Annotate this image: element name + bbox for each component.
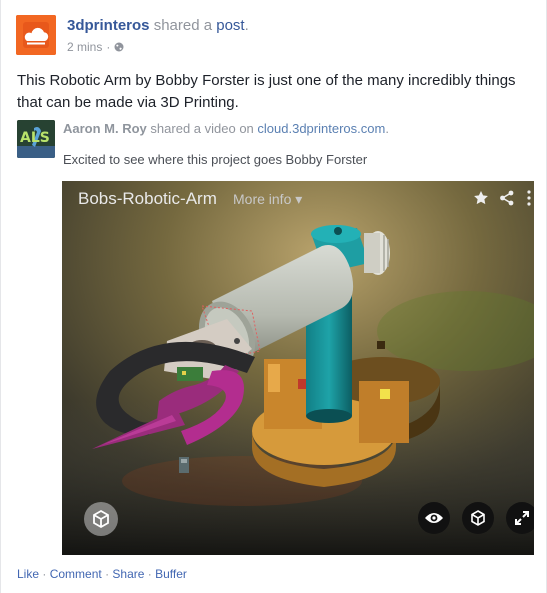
- action-separator: ·: [147, 567, 152, 581]
- model-inspector-button[interactable]: [462, 502, 494, 534]
- cloud-logo-icon: [16, 15, 56, 55]
- video-title[interactable]: Bobs-Robotic-Arm: [78, 189, 217, 209]
- avatar-label: ALS: [20, 130, 50, 146]
- author-name-link[interactable]: Aaron M. Roy: [63, 121, 147, 136]
- als-ribbon-avatar-icon: ALS: [17, 120, 55, 158]
- video-player[interactable]: Bobs-Robotic-Arm More info ▾: [62, 181, 534, 555]
- eye-icon: [425, 513, 443, 523]
- shared-video-header: Aaron M. Roy shared a video on cloud.3dp…: [63, 121, 389, 136]
- shared-video-text: shared a video on: [150, 121, 254, 136]
- meta-separator: ·: [106, 40, 111, 54]
- sketchfab-icon: [93, 509, 109, 529]
- like-link[interactable]: Like: [17, 567, 39, 581]
- post-meta: 2 mins ·: [67, 40, 124, 54]
- buffer-link[interactable]: Buffer: [155, 567, 187, 581]
- post-text: This Robotic Arm by Bobby Forster is jus…: [17, 72, 516, 111]
- feed-post-card: 3dprinteros shared a post. 2 mins · This…: [0, 0, 547, 593]
- action-separator: ·: [42, 567, 47, 581]
- shared-period: .: [385, 121, 389, 136]
- fullscreen-button[interactable]: [506, 502, 534, 534]
- header-period: .: [244, 17, 249, 34]
- shared-text: shared a: [153, 17, 213, 34]
- globe-icon[interactable]: [114, 42, 124, 52]
- more-info-label: More info: [233, 191, 292, 207]
- shared-caption: Excited to see where this project goes B…: [63, 152, 368, 167]
- page-avatar[interactable]: [16, 15, 56, 55]
- more-info-button[interactable]: More info ▾: [233, 191, 302, 208]
- more-options-icon[interactable]: [520, 189, 534, 207]
- post-link[interactable]: post: [216, 17, 244, 34]
- sketchfab-button[interactable]: [84, 502, 118, 536]
- caret-down-icon: ▾: [295, 191, 303, 207]
- share-link[interactable]: Share: [112, 567, 144, 581]
- post-header: 3dprinteros shared a post.: [67, 17, 249, 34]
- share-icon[interactable]: [498, 189, 516, 207]
- action-separator: ·: [105, 567, 110, 581]
- fullscreen-icon: [515, 511, 529, 525]
- comment-link[interactable]: Comment: [50, 567, 102, 581]
- post-actions: Like · Comment · Share · Buffer: [17, 567, 187, 581]
- view-mode-button[interactable]: [418, 502, 450, 534]
- author-avatar[interactable]: ALS: [17, 120, 55, 158]
- robotic-arm-3d-model: [62, 181, 534, 555]
- source-link[interactable]: cloud.3dprinteros.com: [257, 121, 385, 136]
- timestamp[interactable]: 2 mins: [67, 40, 102, 54]
- star-icon[interactable]: [472, 189, 490, 207]
- cube-icon: [471, 510, 485, 526]
- page-name-link[interactable]: 3dprinteros: [67, 17, 150, 34]
